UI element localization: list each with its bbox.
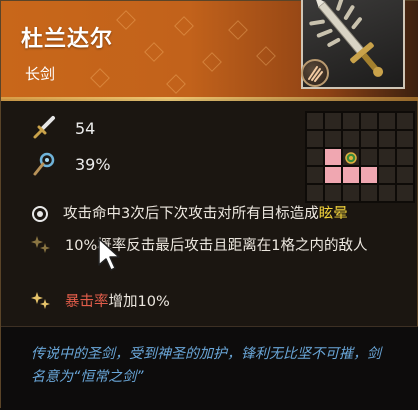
sword-icon — [33, 116, 55, 139]
unit-marker-icon — [345, 152, 357, 164]
attack-value: 54 — [75, 118, 96, 138]
decor-diamond — [144, 42, 164, 62]
range-grid-cell — [307, 149, 323, 165]
range-grid-cell — [397, 131, 413, 147]
range-grid-cell — [361, 167, 377, 183]
decor-diamond — [228, 20, 248, 40]
range-grid-player-cell — [343, 149, 359, 165]
range-grid-cell — [325, 131, 341, 147]
range-grid-cell — [325, 149, 341, 165]
range-grid-cell — [379, 131, 395, 147]
range-grid-cell — [307, 167, 323, 183]
weapon-tooltip-card: 杜兰达尔 长剑 54 39% 攻击命中3次后下次攻击对所有目标造成眩晕 10%概… — [0, 0, 418, 410]
range-grid-cell — [397, 113, 413, 129]
skill-1-text: 攻击命中3次后下次攻击对所有目标造成眩晕 — [63, 203, 393, 225]
decor-diamond — [90, 68, 110, 88]
decor-diamond — [174, 16, 194, 36]
decor-diamond — [116, 10, 136, 30]
range-grid-cell — [397, 167, 413, 183]
header-divider — [1, 97, 418, 101]
range-grid-cell — [325, 167, 341, 183]
range-grid-cell — [307, 185, 323, 201]
attack-stat: 54 — [31, 115, 95, 141]
range-grid-cell — [325, 113, 341, 129]
star-sparkle-icon — [31, 292, 50, 309]
range-grid-cell — [379, 149, 395, 165]
decor-diamond — [202, 52, 222, 72]
range-grid-cell — [397, 149, 413, 165]
weapon-type: 长剑 — [25, 65, 56, 83]
range-grid-cell — [379, 185, 395, 201]
weapon-name: 杜兰达尔 — [21, 27, 114, 52]
range-grid-cell — [361, 149, 377, 165]
range-grid-cell — [379, 167, 395, 183]
range-grid-cell — [307, 113, 323, 129]
skill-3-highlight: 暴击率 — [65, 294, 109, 310]
skill-3-suffix: 增加10% — [108, 294, 170, 310]
crit-stat: 39% — [31, 151, 111, 177]
decor-diamond — [166, 74, 186, 94]
range-grid-cell — [343, 113, 359, 129]
range-grid-cell — [343, 131, 359, 147]
star-sparkle-icon — [31, 236, 50, 253]
range-grid-cell — [361, 113, 377, 129]
range-grid-cell — [379, 113, 395, 129]
decor-diamond — [256, 46, 276, 66]
skill-1-prefix: 攻击命中3次后下次攻击对所有目标造成 — [63, 206, 319, 222]
range-grid-cell — [325, 185, 341, 201]
crit-value: 39% — [75, 154, 111, 174]
attack-range-grid — [305, 111, 415, 203]
claw-slash-icon — [301, 59, 329, 87]
range-grid-cell — [307, 131, 323, 147]
skill-1-highlight: 眩晕 — [318, 206, 348, 222]
target-ring-icon — [32, 206, 48, 222]
skill-3-text: 暴击率增加10% — [65, 291, 395, 313]
range-grid-cell — [397, 185, 413, 201]
skill-1: 攻击命中3次后下次攻击对所有目标造成眩晕 — [31, 203, 393, 225]
mouse-cursor-icon — [98, 238, 120, 271]
crit-staff-icon — [33, 152, 55, 176]
range-grid-cell — [361, 185, 377, 201]
range-grid-cell — [361, 131, 377, 147]
skill-2: 10%概率反击最后攻击且距离在1格之内的敌人 — [31, 235, 395, 257]
lore-text: 传说中的圣剑，受到神圣的加护，锋利无比坚不可摧，剑名意为“恒常之剑” — [31, 346, 381, 385]
range-grid-cell — [343, 167, 359, 183]
skill-3: 暴击率增加10% — [31, 291, 395, 313]
range-grid-cell — [343, 185, 359, 201]
